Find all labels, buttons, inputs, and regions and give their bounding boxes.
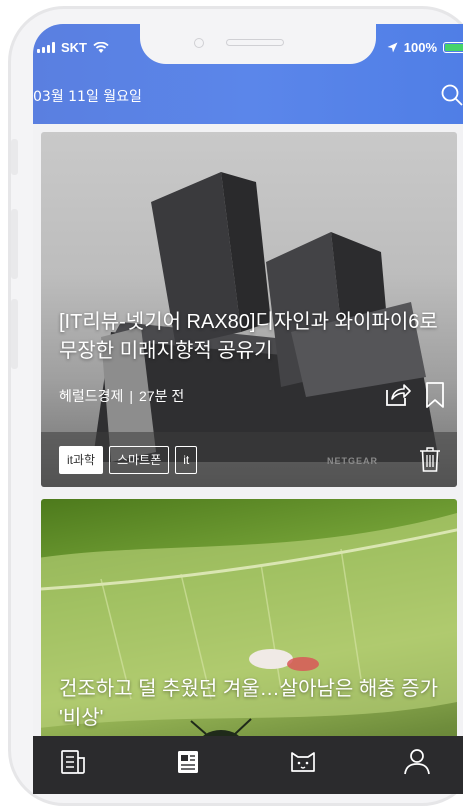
tag-chip[interactable]: it: [175, 446, 198, 474]
camera-icon: [194, 38, 204, 48]
article-source: 헤럴드경제: [59, 388, 124, 404]
article-meta: 헤럴드경제 | 27분 전: [59, 386, 184, 406]
page-date: 03월 11일 월요일: [33, 89, 142, 105]
image-brand-text: NETGEAR: [327, 456, 379, 466]
news-card[interactable]: [IT리뷰-넷기어 RAX80]디자인과 와이파이6로 무장한 미래지향적 공유…: [41, 132, 457, 487]
cat-icon[interactable]: [287, 746, 319, 778]
newspaper-icon[interactable]: [172, 746, 204, 778]
article-title[interactable]: 건조하고 덜 추웠던 겨울…살아남은 해충 증가 '비상': [59, 675, 454, 733]
volume-down-button: [11, 299, 18, 369]
article-time: 27분 전: [139, 388, 185, 404]
volume-up-button: [11, 209, 18, 279]
news-feed[interactable]: [IT리뷰-넷기어 RAX80]디자인과 와이파이6로 무장한 미래지향적 공유…: [41, 132, 457, 794]
tag-chip[interactable]: 스마트폰: [109, 446, 170, 474]
signal-icon: [37, 42, 55, 53]
meta-separator: |: [129, 388, 134, 404]
share-icon[interactable]: [383, 380, 411, 408]
carrier-label: SKT: [61, 40, 87, 55]
news-list-icon[interactable]: [57, 746, 89, 778]
profile-icon[interactable]: [401, 746, 433, 778]
app-screen: SKT 100% 03월 11일 월요일 [IT리뷰-넷기어 RAX80]디자인…: [33, 24, 463, 794]
speaker-grille: [226, 39, 284, 46]
article-title[interactable]: [IT리뷰-넷기어 RAX80]디자인과 와이파이6로 무장한 미래지향적 공유…: [59, 308, 444, 366]
tag-chip[interactable]: it과학: [59, 446, 104, 474]
location-icon: [387, 42, 398, 53]
wifi-icon: [93, 41, 109, 53]
tag-bar: it과학 스마트폰 it NETGEAR: [41, 432, 457, 487]
battery-icon: [443, 42, 463, 53]
phone-notch: [140, 24, 376, 64]
battery-percent: 100%: [403, 40, 437, 55]
search-icon[interactable]: [441, 84, 463, 106]
mute-switch: [11, 139, 18, 175]
bookmark-icon[interactable]: [425, 382, 445, 408]
bottom-tab-bar: [33, 736, 463, 794]
trash-icon[interactable]: [419, 446, 441, 472]
